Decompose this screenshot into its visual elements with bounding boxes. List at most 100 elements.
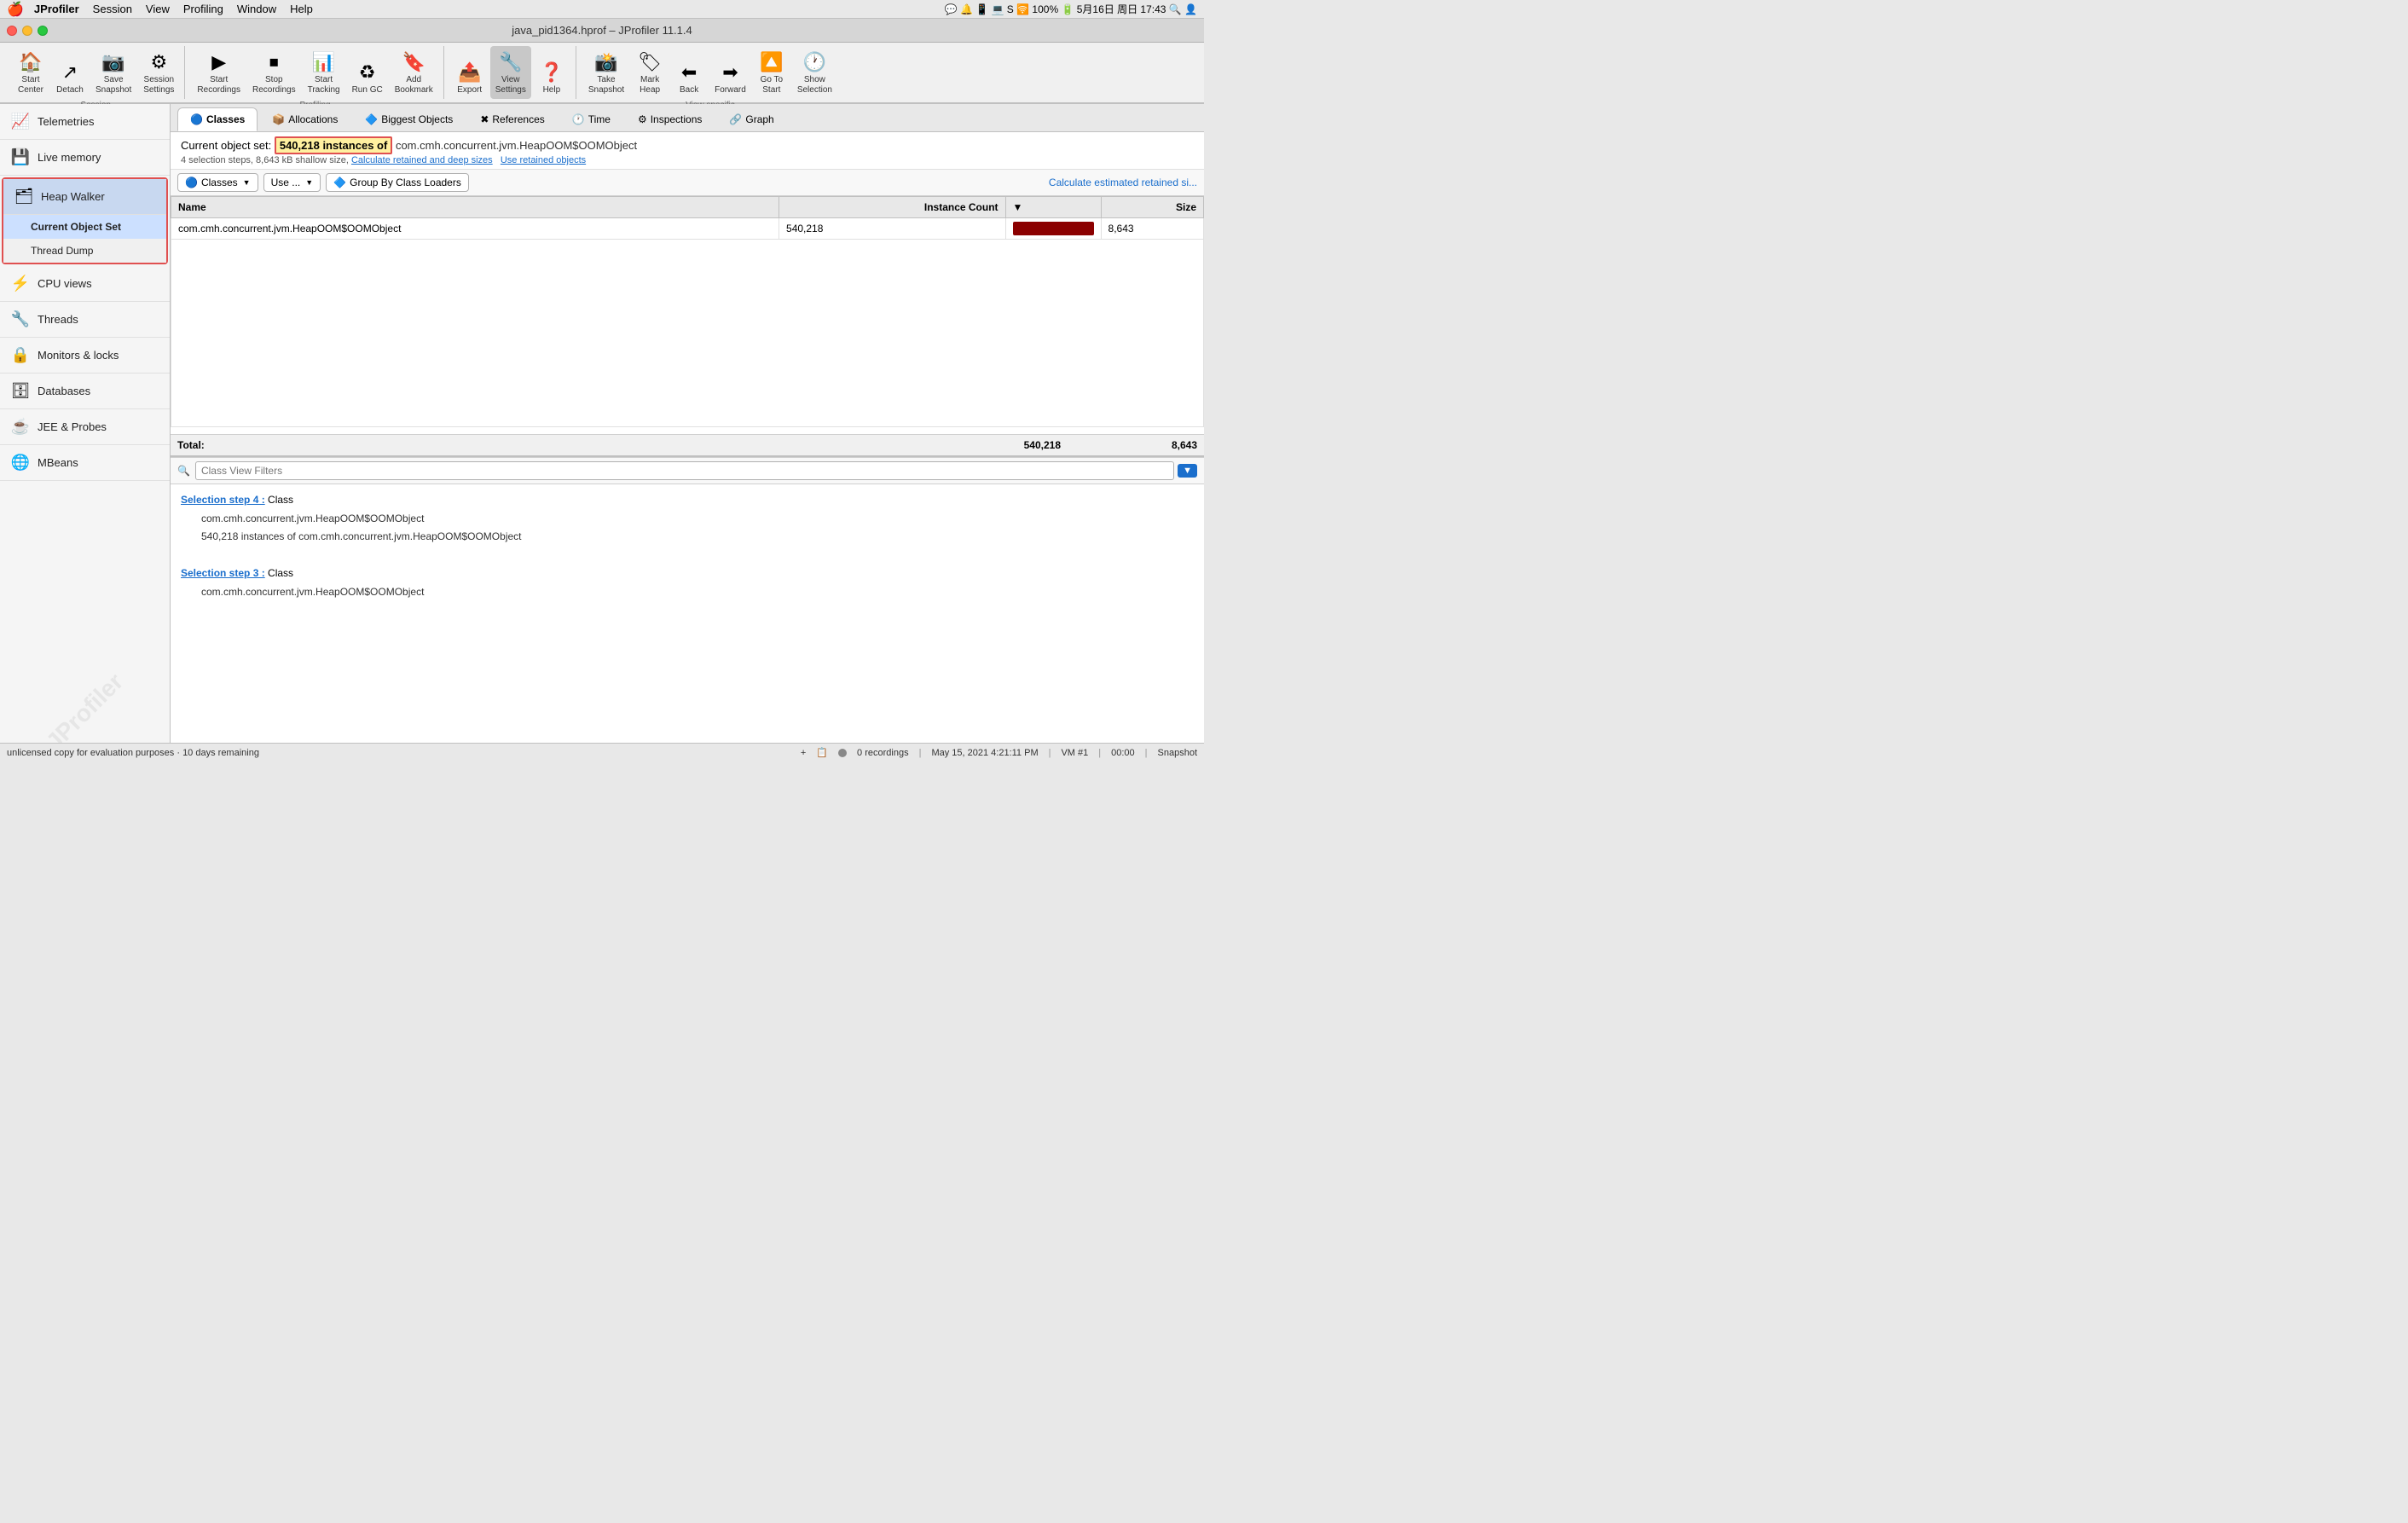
filter-expand-button[interactable]: ▼ [1178, 464, 1197, 478]
tab-references[interactable]: ✖ References [467, 107, 557, 131]
cpu-icon: ⚡ [10, 275, 31, 292]
use-dropdown-button[interactable]: Use ... ▼ [263, 173, 321, 192]
detach-label: Detach [56, 85, 84, 96]
run-gc-button[interactable]: ♻ Run GC [347, 46, 388, 99]
detach-button[interactable]: ↗ Detach [51, 46, 89, 99]
show-selection-button[interactable]: 🕐 ShowSelection [792, 46, 837, 99]
session-settings-label: SessionSettings [143, 75, 174, 96]
tab-allocations[interactable]: 📦 Allocations [259, 107, 350, 131]
sidebar-item-thread-dump[interactable]: Thread Dump [3, 239, 166, 263]
menu-profiling[interactable]: Profiling [183, 3, 223, 15]
window-controls[interactable] [7, 26, 48, 36]
tab-time[interactable]: 🕐 Time [559, 107, 623, 131]
mark-heap-button[interactable]: 🏷 MarkHeap [631, 46, 669, 99]
tab-classes[interactable]: 🔵 Classes [177, 107, 258, 131]
sidebar-item-databases[interactable]: 🗄 Databases [0, 374, 170, 409]
name-column-header[interactable]: Name [171, 197, 779, 218]
size-column-header[interactable]: Size [1101, 197, 1203, 218]
take-snapshot-button[interactable]: 📸 TakeSnapshot [583, 46, 629, 99]
app-name[interactable]: JProfiler [34, 3, 79, 15]
forward-icon: ➡ [722, 61, 738, 84]
selection-steps: Selection step 4 : Class com.cmh.concurr… [171, 484, 1204, 609]
sidebar-item-current-object-set[interactable]: Current Object Set [3, 215, 166, 239]
sidebar-item-threads[interactable]: 🔧 Threads [0, 302, 170, 338]
unlicensed-notice: unlicensed copy for evaluation purposes … [7, 748, 259, 758]
menu-session[interactable]: Session [93, 3, 132, 15]
start-tracking-button[interactable]: 📊 StartTracking [303, 46, 345, 99]
tab-inspections[interactable]: ⚙ Inspections [625, 107, 715, 131]
step4-classname: com.cmh.concurrent.jvm.HeapOOM$OOMObject [181, 510, 1194, 529]
go-to-start-icon: 🔼 [760, 51, 783, 73]
save-snapshot-button[interactable]: 📷 SaveSnapshot [90, 46, 136, 99]
graph-tab-icon: 🔗 [729, 113, 742, 125]
apple-menu[interactable]: 🍎 [7, 1, 24, 18]
monitors-locks-label: Monitors & locks [38, 349, 119, 362]
sidebar-item-cpu-views[interactable]: ⚡ CPU views [0, 266, 170, 302]
step3-type: Class [268, 567, 293, 579]
start-center-button[interactable]: 🏠 StartCenter [12, 46, 49, 99]
menu-help[interactable]: Help [290, 3, 313, 15]
mark-icon: 🏷 [638, 51, 662, 73]
classes-btn-label: Classes [201, 177, 238, 188]
bar-column-header: ▼ [1005, 197, 1101, 218]
menubar: 🍎 JProfiler Session View Profiling Windo… [0, 0, 1204, 19]
help-button[interactable]: ❓ Help [533, 46, 570, 99]
allocations-tab-label: Allocations [288, 113, 338, 125]
run-gc-label: Run GC [352, 85, 383, 96]
heap-walker-icon: 🗂 [14, 188, 34, 206]
toolbar-group-export: 📤 Export 🔧 ViewSettings ❓ Help [446, 46, 576, 99]
calc-retained-link[interactable]: Calculate estimated retained si... [1049, 177, 1197, 188]
selection-step-3-link[interactable]: Selection step 3 : [181, 567, 265, 579]
maximize-button[interactable] [38, 26, 48, 36]
start-recordings-button[interactable]: ▶ StartRecordings [192, 46, 246, 99]
go-to-start-button[interactable]: 🔼 Go ToStart [753, 46, 790, 99]
close-button[interactable] [7, 26, 17, 36]
group-icon: 🔷 [333, 177, 346, 188]
object-set-meta-text: 4 selection steps, 8,643 kB shallow size… [181, 155, 349, 165]
play-icon: ▶ [211, 51, 226, 73]
table-row[interactable]: com.cmh.concurrent.jvm.HeapOOM$OOMObject… [171, 218, 1204, 240]
sep3: | [1098, 748, 1101, 758]
stop-icon: ⏹ [269, 51, 279, 73]
group-by-class-loaders-button[interactable]: 🔷 Group By Class Loaders [326, 173, 469, 192]
content-tabs: 🔵 Classes 📦 Allocations 🔷 Biggest Object… [171, 104, 1204, 132]
back-icon: ⬅ [681, 61, 697, 84]
selection-step-4-link[interactable]: Selection step 4 : [181, 494, 265, 506]
classes-view-button[interactable]: 🔵 Classes ▼ [177, 173, 258, 192]
sidebar: 📈 Telemetries 💾 Live memory 🗂 Heap Walke… [0, 104, 171, 743]
save-snapshot-label: SaveSnapshot [96, 75, 131, 96]
add-bookmark-button[interactable]: 🔖 AddBookmark [390, 46, 438, 99]
sidebar-item-live-memory[interactable]: 💾 Live memory [0, 140, 170, 176]
menu-view[interactable]: View [146, 3, 170, 15]
menu-window[interactable]: Window [237, 3, 276, 15]
view-settings-label: ViewSettings [495, 75, 526, 96]
tab-biggest-objects[interactable]: 🔷 Biggest Objects [352, 107, 466, 131]
use-retained-link[interactable]: Use retained objects [501, 155, 586, 165]
sidebar-item-jee-probes[interactable]: ☕ JEE & Probes [0, 409, 170, 445]
minimize-button[interactable] [22, 26, 32, 36]
take-snapshot-label: TakeSnapshot [588, 75, 624, 96]
show-selection-icon: 🕐 [803, 51, 826, 73]
export-label: Export [457, 85, 482, 96]
back-button[interactable]: ⬅ Back [670, 46, 708, 99]
stop-recordings-button[interactable]: ⏹ StopRecordings [247, 46, 301, 99]
filter-search-icon: 🔍 [177, 465, 190, 477]
session-settings-button[interactable]: ⚙ SessionSettings [138, 46, 179, 99]
calculate-sizes-link[interactable]: Calculate retained and deep sizes [351, 155, 493, 165]
sidebar-item-monitors-locks[interactable]: 🔒 Monitors & locks [0, 338, 170, 374]
export-button[interactable]: 📤 Export [451, 46, 489, 99]
tab-graph[interactable]: 🔗 Graph [716, 107, 786, 131]
start-recordings-label: StartRecordings [197, 75, 240, 96]
sidebar-item-telemetries[interactable]: 📈 Telemetries [0, 104, 170, 140]
forward-button[interactable]: ➡ Forward [709, 46, 751, 99]
instance-count-column-header[interactable]: Instance Count [779, 197, 1006, 218]
threads-icon: 🔧 [10, 310, 31, 328]
add-recording-icon[interactable]: + [801, 748, 806, 758]
view-settings-button[interactable]: 🔧 ViewSettings [490, 46, 531, 99]
sidebar-item-heap-walker[interactable]: 🗂 Heap Walker [3, 179, 166, 215]
instance-bar [1013, 222, 1094, 235]
class-view-filter-input[interactable] [195, 461, 1174, 480]
titlebar: java_pid1364.hprof – JProfiler 11.1.4 [0, 19, 1204, 43]
step3-classname: com.cmh.concurrent.jvm.HeapOOM$OOMObject [181, 583, 1194, 602]
sidebar-item-mbeans[interactable]: 🌐 MBeans [0, 445, 170, 481]
